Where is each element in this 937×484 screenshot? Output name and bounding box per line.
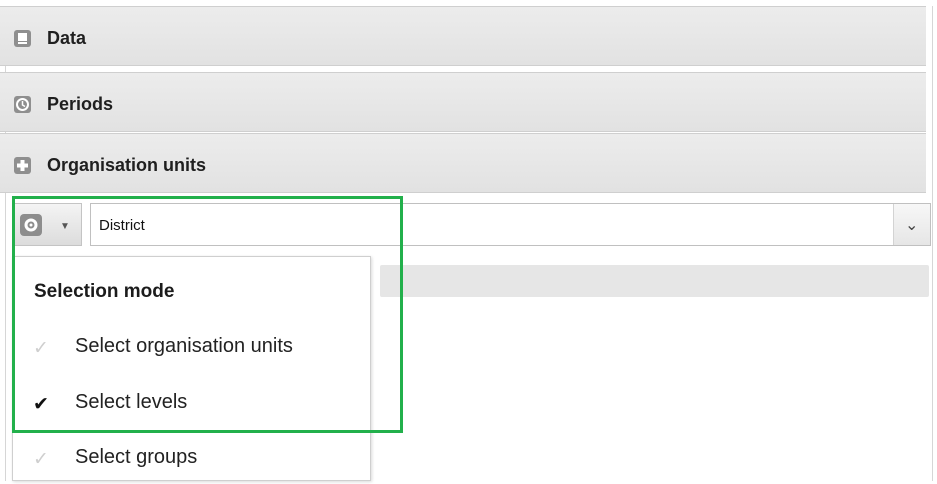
check-icon: ✔ xyxy=(33,394,49,415)
menu-item-label: Select levels xyxy=(75,391,188,413)
menu-item-label: Select organisation units xyxy=(75,335,293,357)
check-icon: ✓ xyxy=(33,338,49,359)
level-tree-bar xyxy=(380,265,929,297)
selection-mode-button[interactable]: ▼ xyxy=(12,203,82,246)
accordion-header-periods[interactable]: Periods xyxy=(0,72,926,132)
menu-item-label: Select groups xyxy=(75,446,198,468)
check-icon: ✓ xyxy=(33,449,49,470)
menu-item-select-organisation-units[interactable]: ✓ Select organisation units xyxy=(13,323,370,373)
menu-title: Selection mode xyxy=(34,281,175,302)
clock-icon xyxy=(14,96,31,113)
accordion-header-data[interactable]: Data xyxy=(0,6,926,66)
level-combobox-value: District xyxy=(99,217,145,234)
level-dropdown-trigger[interactable]: ⌄ xyxy=(893,204,930,245)
data-icon xyxy=(14,30,31,47)
accordion-label-data: Data xyxy=(47,28,87,48)
chevron-down-icon: ▼ xyxy=(60,221,70,232)
plus-icon xyxy=(14,157,31,174)
gear-icon xyxy=(20,214,42,236)
menu-item-select-groups[interactable]: ✓ Select groups xyxy=(13,434,370,484)
accordion-header-organisation-units[interactable]: Organisation units xyxy=(0,133,926,193)
chevron-down-icon: ⌄ xyxy=(905,217,919,234)
menu-item-select-levels[interactable]: ✔ Select levels xyxy=(13,379,370,429)
accordion-label-periods: Periods xyxy=(47,94,114,114)
level-combobox[interactable]: District ⌄ xyxy=(90,203,931,246)
selection-mode-menu: Selection mode ✓ Select organisation uni… xyxy=(12,256,371,481)
accordion-label-organisation-units: Organisation units xyxy=(47,155,207,175)
